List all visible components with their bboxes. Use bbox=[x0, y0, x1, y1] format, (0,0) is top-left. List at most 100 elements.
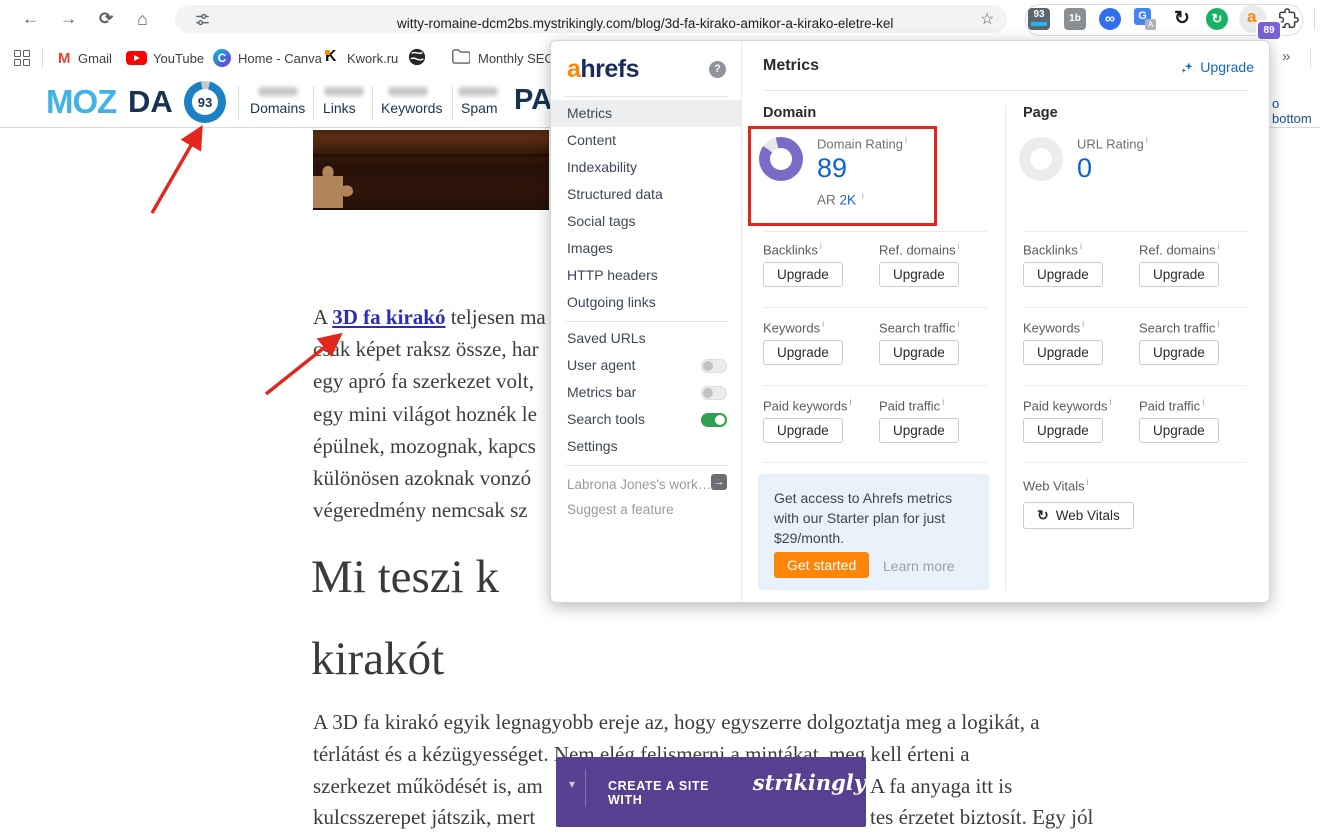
address-bar[interactable]: witty-romaine-dcm2bs.mystrikingly.com/bl… bbox=[175, 5, 1007, 33]
starter-plan-promo: Get access to Ahrefs metrics with our St… bbox=[758, 474, 989, 590]
header-divider bbox=[763, 90, 1249, 91]
translate-extension-icon[interactable]: G A bbox=[1134, 8, 1156, 30]
moz-pa-label: PA bbox=[514, 84, 552, 117]
article-hero-photo bbox=[313, 130, 549, 210]
moz-divider bbox=[313, 86, 314, 120]
page-keywords-upgrade-button[interactable]: Upgrade bbox=[1023, 340, 1103, 365]
3d-fa-kirako-link[interactable]: 3D fa kirakó bbox=[332, 305, 445, 329]
page-paidtraffic-upgrade-button[interactable]: Upgrade bbox=[1139, 418, 1219, 443]
sidebar-item-indexability[interactable]: Indexability bbox=[551, 154, 741, 181]
bookmarks-overflow-chevron[interactable]: » bbox=[1282, 48, 1290, 65]
sidebar-item-saved-urls[interactable]: Saved URLs bbox=[551, 325, 741, 352]
para1-line7: végeredmény nemcsak sz bbox=[313, 494, 551, 526]
tb-extension-icon[interactable]: 1b bbox=[1064, 8, 1086, 30]
bookmark-gmail[interactable]: Gmail bbox=[78, 51, 112, 66]
sync-extension-icon[interactable]: ↻ bbox=[1171, 8, 1193, 30]
article-paragraph-1: A 3D fa kirakó teljesen ma csak képet ra… bbox=[313, 301, 551, 526]
page-backlinks-upgrade-button[interactable]: Upgrade bbox=[1023, 262, 1103, 287]
globe-bookmark-icon[interactable] bbox=[408, 48, 426, 66]
sparkles-icon bbox=[1180, 60, 1195, 75]
learn-more-link[interactable]: Learn more bbox=[883, 558, 955, 574]
url-text[interactable]: witty-romaine-dcm2bs.mystrikingly.com/bl… bbox=[397, 16, 893, 31]
banner-brand-text: strikingly bbox=[753, 770, 866, 795]
banner-divider bbox=[585, 769, 586, 807]
workspace-link[interactable]: Labrona Jones's work… → bbox=[551, 471, 741, 498]
coil-extension-icon[interactable]: ∞ bbox=[1099, 8, 1121, 30]
bookmark-star-icon[interactable]: ☆ bbox=[980, 9, 994, 29]
domain-searchtraffic-upgrade-button[interactable]: Upgrade bbox=[879, 340, 959, 365]
domain-paidkeywords-upgrade-button[interactable]: Upgrade bbox=[763, 418, 843, 443]
domain-backlinks-upgrade-button[interactable]: Upgrade bbox=[763, 262, 843, 287]
green-arrows-glyph: ↻ bbox=[1212, 11, 1223, 26]
banner-cta-text: CREATE A SITE WITH bbox=[608, 779, 746, 807]
web-vitals-button[interactable]: ↻ Web Vitals bbox=[1023, 502, 1134, 529]
reload-icon[interactable]: ⟳ bbox=[99, 10, 113, 27]
page-paidkeywords-label: Paid keywordsi bbox=[1023, 397, 1112, 413]
suggest-feature-link[interactable]: Suggest a feature bbox=[551, 496, 741, 523]
bookmarks-folder-icon[interactable] bbox=[452, 49, 470, 64]
sidebar-item-metrics[interactable]: Metrics bbox=[551, 100, 741, 127]
sidebar-item-metrics-bar[interactable]: Metrics bar bbox=[551, 379, 741, 406]
scroll-to-bottom-link[interactable]: o bottom bbox=[1272, 96, 1320, 126]
sidebar-item-http-headers[interactable]: HTTP headers bbox=[551, 262, 741, 289]
kwork-icon: K bbox=[325, 48, 337, 66]
site-settings-icon[interactable] bbox=[195, 12, 210, 27]
domain-keywords-upgrade-button[interactable]: Upgrade bbox=[763, 340, 843, 365]
page-keywords-label: Keywordsi bbox=[1023, 319, 1084, 335]
row-divider bbox=[763, 307, 987, 308]
sidebar-item-user-agent[interactable]: User agent bbox=[551, 352, 741, 379]
back-icon[interactable]: ← bbox=[22, 10, 39, 27]
moz-logo[interactable]: MOZ bbox=[46, 83, 116, 121]
url-rating-value: 0 bbox=[1077, 153, 1092, 184]
sidebar-item-settings[interactable]: Settings bbox=[551, 433, 741, 460]
strikingly-banner[interactable]: ▾ CREATE A SITE WITH strikingly bbox=[556, 757, 866, 827]
page-refdomains-upgrade-button[interactable]: Upgrade bbox=[1139, 262, 1219, 287]
row-divider bbox=[763, 385, 987, 386]
moz-keywords-value-blurred bbox=[388, 87, 428, 96]
green-extension-icon[interactable]: ↻ bbox=[1206, 8, 1228, 30]
banner-collapse-icon[interactable]: ▾ bbox=[569, 777, 575, 791]
translate-a: A bbox=[1145, 19, 1156, 30]
web-vitals-label: Web Vitalsi bbox=[1023, 477, 1089, 493]
bookmark-canva[interactable]: Home - Canva bbox=[238, 51, 322, 66]
ahrefs-extension-badge: 89 bbox=[1256, 20, 1282, 41]
bookmark-kwork[interactable]: Kwork.ru bbox=[347, 51, 398, 66]
para1-line6: különösen azoknak vonzó bbox=[313, 462, 551, 494]
domain-refdomains-upgrade-button[interactable]: Upgrade bbox=[879, 262, 959, 287]
moz-links-value-blurred bbox=[324, 87, 364, 96]
moz-tab-links[interactable]: Links bbox=[323, 100, 356, 116]
moz-extension-icon[interactable]: 93 bbox=[1028, 8, 1050, 30]
sidebar-item-search-tools[interactable]: Search tools bbox=[551, 406, 741, 433]
sidebar-item-social-tags[interactable]: Social tags bbox=[551, 208, 741, 235]
sidebar-item-content[interactable]: Content bbox=[551, 127, 741, 154]
sidebar-item-images[interactable]: Images bbox=[551, 235, 741, 262]
bookmarks-right-separator bbox=[1310, 48, 1311, 68]
search-tools-toggle-on[interactable] bbox=[701, 413, 727, 427]
apps-grid-icon[interactable] bbox=[14, 50, 30, 66]
moz-tab-domains[interactable]: Domains bbox=[250, 100, 305, 116]
moz-tab-keywords[interactable]: Keywords bbox=[381, 100, 442, 116]
article-heading: Mi teszi k kirakót bbox=[311, 536, 499, 700]
sidebar-item-outgoing-links[interactable]: Outgoing links bbox=[551, 289, 741, 316]
home-icon[interactable]: ⌂ bbox=[137, 10, 148, 28]
forward-icon[interactable]: → bbox=[60, 10, 77, 27]
page-paidkeywords-upgrade-button[interactable]: Upgrade bbox=[1023, 418, 1103, 443]
moz-extension-score: 93 bbox=[1033, 9, 1044, 20]
moz-da-score: 93 bbox=[198, 95, 212, 110]
row-divider bbox=[1023, 231, 1247, 232]
moz-tab-spam[interactable]: Spam bbox=[461, 100, 498, 116]
bookmark-folder-monthly-seo[interactable]: Monthly SEO Se bbox=[478, 51, 552, 66]
workspace-open-icon[interactable]: → bbox=[711, 474, 727, 490]
upgrade-link[interactable]: Upgrade bbox=[1180, 59, 1254, 75]
sidebar-item-structured-data[interactable]: Structured data bbox=[551, 181, 741, 208]
bookmark-youtube[interactable]: YouTube bbox=[153, 51, 204, 66]
help-icon[interactable]: ? bbox=[709, 61, 726, 78]
user-agent-toggle-off[interactable] bbox=[701, 359, 727, 373]
metrics-bar-toggle-off[interactable] bbox=[701, 386, 727, 400]
heading-line1: Mi teszi k bbox=[311, 536, 499, 618]
get-started-button[interactable]: Get started bbox=[774, 552, 869, 578]
para1-line3: egy apró fa szerkezet volt, bbox=[313, 365, 551, 397]
domain-paidtraffic-upgrade-button[interactable]: Upgrade bbox=[879, 418, 959, 443]
page-searchtraffic-upgrade-button[interactable]: Upgrade bbox=[1139, 340, 1219, 365]
annotation-red-box-domain-rating bbox=[748, 126, 937, 226]
